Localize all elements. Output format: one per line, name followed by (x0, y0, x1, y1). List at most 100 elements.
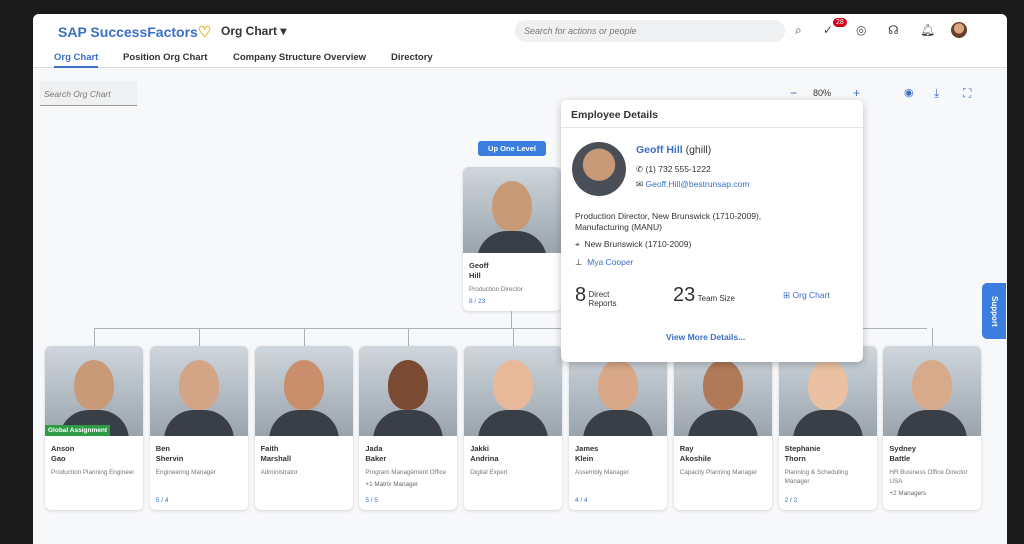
employee-card[interactable]: Faith Marshall Administrator (254, 346, 353, 510)
chat-icon[interactable]: ◎ (856, 23, 866, 37)
job-title: Capacity Planning Manager (679, 469, 758, 476)
report-count[interactable]: 4 / 4 (575, 497, 588, 504)
team-size-label: Team Size (697, 294, 735, 304)
bell-icon[interactable]: 🔔︎ (920, 23, 935, 37)
employee-photo (463, 167, 561, 253)
first-name: Sydney (889, 444, 917, 453)
notification-badge: 28 (833, 18, 847, 27)
last-name: Hill (469, 271, 481, 280)
email-link[interactable]: Geoff.Hill@bestrunsap.com (646, 179, 750, 189)
last-name: Andrina (470, 454, 499, 463)
job-title: Digital Expert (470, 469, 508, 476)
focus-employee-card[interactable]: Geoff Hill Production Director 8 / 23 (463, 167, 561, 311)
employee-card[interactable]: Ben Shervin Engineering Manager 5 / 4 (149, 346, 248, 510)
first-name: James (575, 444, 599, 453)
employee-card[interactable]: Jakki Andrina Digital Expert (464, 346, 563, 510)
user-id: (ghill) (685, 144, 712, 156)
user-avatar[interactable] (951, 22, 967, 38)
tab-org-chart[interactable]: Org Chart (54, 52, 99, 68)
app-menu-label: Org Chart (221, 24, 278, 38)
direct-reports-label: Direct Reports (588, 289, 617, 308)
phone-icon: ✆ (636, 164, 644, 174)
org-chart-link[interactable]: Org Chart (793, 290, 830, 300)
employee-avatar (572, 142, 626, 196)
org-chart-search-input[interactable]: Search Org Chart (40, 81, 137, 106)
job-title: Program Management Office (365, 469, 447, 476)
position-info: Production Director, New Brunswick (1710… (575, 211, 762, 232)
report-count[interactable]: 5 / 5 (365, 497, 378, 504)
app-screen: SAP SuccessFactors♡ Org Chart ▾ Search f… (33, 14, 1007, 544)
fullscreen-icon[interactable]: ⛶ (963, 86, 971, 101)
heart-icon: ♡ (197, 24, 212, 41)
shell-header: SAP SuccessFactors♡ Org Chart ▾ Search f… (33, 14, 1007, 48)
employee-card[interactable]: Jada Baker Program Management Office +1 M… (359, 346, 458, 510)
employee-photo (149, 346, 248, 436)
zoom-level: 80% (813, 88, 832, 98)
headset-icon[interactable]: ☊ (888, 23, 899, 37)
zoom-in-button[interactable]: + (853, 86, 860, 100)
first-name: Geoff (469, 261, 489, 270)
last-name: Klein (575, 454, 594, 463)
download-icon[interactable]: ⤓ (934, 86, 939, 101)
first-name: Jada (365, 444, 383, 453)
global-search-input[interactable]: Search for actions or people (515, 20, 785, 42)
job-title: Administrator (260, 469, 298, 476)
last-name: Battle (889, 454, 911, 463)
brand-logo[interactable]: SAP SuccessFactors♡ (58, 23, 211, 41)
eye-icon[interactable]: ◉ (904, 86, 914, 99)
job-title: Production Planning Engineer (51, 469, 135, 476)
employee-card[interactable]: Ray Akoshile Capacity Planning Manager (673, 346, 772, 510)
search-icon[interactable]: ⌕ (795, 23, 802, 38)
employee-details-popover: Employee Details Geoff Hill (ghill) ✆ (1… (561, 100, 863, 362)
last-name: Gao (51, 454, 66, 463)
employee-card[interactable]: Sydney Battle HR Business Office Director… (883, 346, 982, 510)
tab-company-structure[interactable]: Company Structure Overview (233, 52, 366, 63)
first-name: Stephanie (784, 444, 821, 453)
last-name: Baker (365, 454, 387, 463)
todo-icon[interactable]: ✓ (823, 23, 833, 37)
last-name: Thorn (784, 454, 806, 463)
tab-position-org-chart[interactable]: Position Org Chart (123, 52, 207, 63)
job-title: Assembly Manager (575, 469, 629, 476)
job-title: Engineering Manager (155, 469, 217, 476)
last-name: Shervin (155, 454, 184, 463)
job-title: HR Business Office Director USA (889, 469, 968, 485)
phone-number[interactable]: (1) 732 555-1222 (646, 164, 711, 174)
employee-card[interactable]: James Klein Assembly Manager 4 / 4 (569, 346, 667, 510)
first-name: Ray (679, 444, 694, 453)
employee-photo (464, 346, 563, 436)
team-size-count: 23 (673, 284, 696, 306)
support-tab[interactable]: Support (982, 283, 1006, 339)
report-count[interactable]: 8 / 23 (469, 298, 485, 305)
caret-down-icon: ▾ (280, 24, 287, 38)
brand-text: SAP SuccessFactors (58, 24, 198, 40)
employee-name-link[interactable]: Geoff Hill (636, 144, 683, 156)
employee-card[interactable]: Global Assignment Anson Gao Production Pl… (45, 346, 143, 510)
first-name: Faith (260, 444, 279, 453)
tab-directory[interactable]: Directory (391, 52, 433, 63)
additional-managers[interactable]: +2 Managers (883, 486, 981, 497)
job-title: Production Director (469, 286, 523, 293)
hierarchy-icon: ⊥ (575, 257, 583, 267)
app-menu[interactable]: Org Chart ▾ (221, 24, 286, 38)
additional-managers[interactable]: +1 Matrix Manager (359, 477, 457, 488)
popover-title: Employee Details (561, 100, 863, 128)
employee-photo (359, 346, 458, 436)
org-chart-icon: ⊞ (783, 290, 791, 300)
email-icon: ✉ (636, 179, 644, 189)
employee-photo (254, 346, 353, 436)
last-name: Akoshile (679, 454, 712, 463)
first-name: Jakki (470, 444, 489, 453)
report-count[interactable]: 2 / 2 (785, 497, 798, 504)
zoom-out-button[interactable]: − (790, 86, 797, 100)
location-text: New Brunswick (1710-2009) (584, 239, 692, 249)
employee-photo (883, 346, 982, 436)
employee-card[interactable]: Stephanie Thorn Planning & Scheduling Man… (778, 346, 877, 510)
employee-photo: Global Assignment (45, 346, 143, 436)
global-assignment-badge: Global Assignment (45, 425, 110, 436)
report-count[interactable]: 5 / 4 (156, 497, 169, 504)
manager-link[interactable]: Mya Cooper (587, 257, 633, 267)
view-more-details-link[interactable]: View More Details... (666, 332, 745, 342)
location-icon: ⌖ (575, 239, 580, 249)
up-one-level-button[interactable]: Up One Level (478, 141, 546, 156)
